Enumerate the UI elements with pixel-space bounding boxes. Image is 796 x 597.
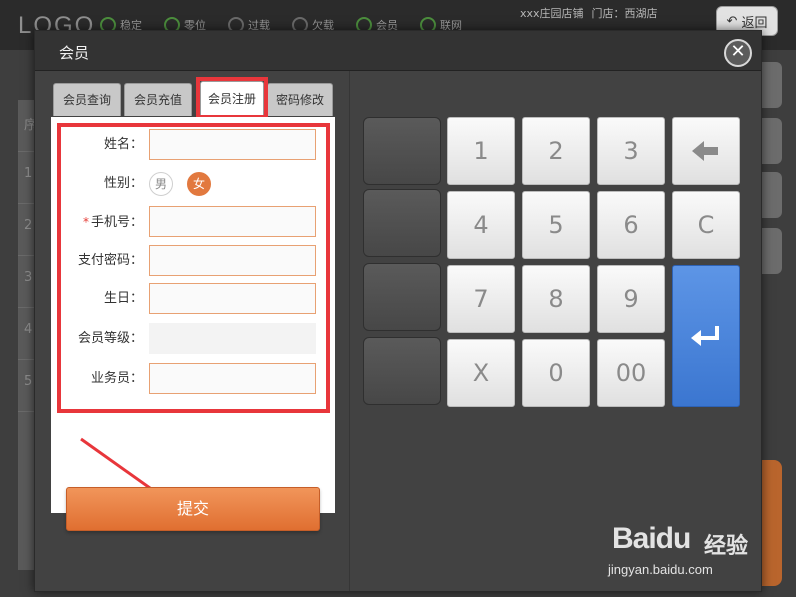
key-x[interactable]: X (447, 339, 515, 407)
salesperson-label: 业务员： (90, 371, 143, 386)
modal-title: 会员 (59, 44, 90, 62)
member-panel: 会员查询 会员充值 会员注册 密码修改 姓名： 性别： 男 女 * 手机号： 支… (51, 77, 335, 531)
numeric-keypad: 1 2 3 4 5 6 C 7 8 9 X 0 00 (363, 115, 743, 407)
birthday-label: 生日： (103, 291, 143, 306)
member-level-row: 会员等级： (61, 323, 321, 355)
back-label: 返回 (741, 15, 768, 31)
store-branch: 门店：西湖店 (591, 7, 658, 20)
member-tabs: 会员查询 会员充值 会员注册 密码修改 (51, 77, 335, 119)
phone-label: * 手机号： (61, 206, 143, 239)
store-info: xxx庄园店铺 门店：西湖店 (520, 6, 666, 21)
salesperson-input[interactable] (149, 363, 316, 394)
key-9[interactable]: 9 (597, 265, 665, 333)
enter-return-icon (691, 326, 719, 346)
required-mark: * (82, 215, 89, 229)
pay-password-row: 支付密码： (61, 245, 321, 277)
submit-button[interactable]: 提交 (66, 487, 320, 531)
backspace-arrow-icon (692, 141, 718, 161)
baidu-watermark: Baidu 经验 jingyan.baidu.com (608, 510, 788, 590)
gender-label: 性别： (103, 176, 143, 191)
pay-password-input[interactable] (149, 245, 316, 276)
keypad-side-key[interactable] (363, 189, 441, 257)
keypad-side-key[interactable] (363, 117, 441, 185)
key-2[interactable]: 2 (522, 117, 590, 185)
salesperson-row: 业务员： (61, 363, 321, 395)
key-4[interactable]: 4 (447, 191, 515, 259)
name-input[interactable] (149, 129, 316, 160)
gender-row: 性别： 男 女 (61, 168, 321, 200)
modal-header: 会员 ✕ (35, 31, 761, 71)
store-name: xxx庄园店铺 (520, 7, 584, 20)
tab-member-query[interactable]: 会员查询 (53, 83, 121, 116)
keypad-side-key[interactable] (363, 263, 441, 331)
key-8[interactable]: 8 (522, 265, 590, 333)
key-7[interactable]: 7 (447, 265, 515, 333)
back-arrow-icon: ↶ (726, 13, 738, 29)
member-level-select[interactable] (149, 323, 316, 354)
pay-password-label: 支付密码： (77, 253, 143, 268)
member-modal: 会员 ✕ 会员查询 会员充值 会员注册 密码修改 姓名： 性别： 男 女 * 手… (34, 30, 762, 592)
phone-input[interactable] (149, 206, 316, 237)
tab-member-recharge[interactable]: 会员充值 (124, 83, 192, 116)
key-3[interactable]: 3 (597, 117, 665, 185)
backspace-key[interactable] (672, 117, 740, 185)
watermark-brand-cn: 经验 (704, 534, 749, 559)
key-6[interactable]: 6 (597, 191, 665, 259)
key-1[interactable]: 1 (447, 117, 515, 185)
key-0[interactable]: 0 (522, 339, 590, 407)
tab-password-change[interactable]: 密码修改 (267, 83, 333, 116)
gender-options: 男 女 (149, 172, 211, 196)
birthday-input[interactable] (149, 283, 316, 314)
watermark-url: jingyan.baidu.com (608, 562, 713, 577)
key-00[interactable]: 00 (597, 339, 665, 407)
name-label: 姓名： (103, 137, 143, 152)
enter-key[interactable] (672, 265, 740, 407)
key-5[interactable]: 5 (522, 191, 590, 259)
panel-divider (349, 71, 350, 591)
birthday-row: 生日： (61, 283, 321, 315)
gender-male-radio[interactable]: 男 (149, 172, 173, 196)
register-form: 姓名： 性别： 男 女 * 手机号： 支付密码： 生日： 会员等级： 业务员： … (51, 117, 335, 531)
close-icon[interactable]: ✕ (724, 39, 752, 67)
phone-label-text: 手机号： (90, 215, 143, 230)
tab-member-register[interactable]: 会员注册 (200, 81, 264, 117)
name-row: 姓名： (61, 129, 321, 161)
keypad-side-key[interactable] (363, 337, 441, 405)
phone-row: * 手机号： (61, 206, 321, 238)
clear-key[interactable]: C (672, 191, 740, 259)
gender-female-radio[interactable]: 女 (187, 172, 211, 196)
watermark-brand: Baidu (612, 522, 691, 555)
member-level-label: 会员等级： (77, 331, 143, 346)
